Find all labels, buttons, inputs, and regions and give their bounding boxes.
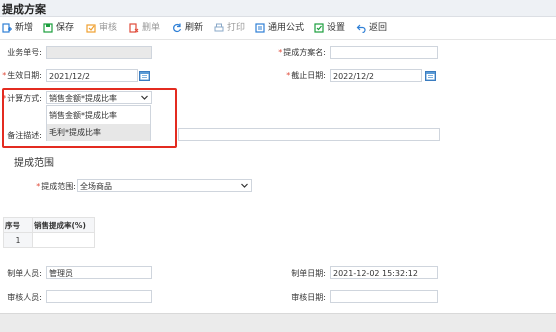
doc-no-field[interactable]	[46, 46, 152, 59]
new-label: 新增	[15, 23, 34, 33]
scope-section-title: 提成范围	[14, 158, 54, 169]
formula-icon	[255, 23, 265, 33]
created-date-label: 制单日期:	[291, 269, 326, 278]
deadline-label: *截止日期:	[286, 71, 326, 80]
save-label: 保存	[56, 23, 75, 33]
deadline-label-text: 截止日期:	[291, 71, 326, 80]
save-icon	[43, 23, 53, 33]
settings-button[interactable]: 设置	[314, 21, 345, 35]
scope-label-text: 提成范围:	[41, 182, 76, 191]
scope-value: 全场商品	[80, 182, 112, 191]
calendar-icon[interactable]	[425, 70, 436, 81]
scope-label: *提成范围:	[36, 182, 76, 191]
back-button[interactable]: 返回	[356, 21, 387, 35]
print-icon	[214, 23, 224, 32]
grid-header-rate: 销售提成率(%)	[32, 217, 95, 233]
settings-icon	[314, 23, 324, 33]
commission-grid: 序号 销售提成率(%) 1	[3, 217, 95, 248]
creator-field: 管理员	[46, 266, 152, 279]
back-label: 返回	[369, 23, 388, 33]
table-row: 1	[3, 232, 95, 248]
scheme-name-label-text: 提成方案名:	[283, 48, 326, 57]
grid-cell-rate[interactable]	[32, 232, 95, 248]
chevron-down-icon	[241, 183, 248, 188]
audit-icon	[86, 24, 96, 33]
remark-field[interactable]	[178, 128, 440, 141]
remark-label: 备注描述:	[7, 131, 42, 140]
audit-date-field	[330, 290, 438, 303]
audit-button[interactable]: 审核	[86, 21, 117, 35]
grid-cell-index: 1	[3, 232, 33, 248]
created-date-field: 2021-12-02 15:32:12	[330, 266, 438, 279]
save-button[interactable]: 保存	[43, 21, 74, 35]
delete-doc-icon	[129, 23, 139, 33]
new-button[interactable]: 新增	[2, 21, 33, 35]
scheme-name-label: *提成方案名:	[278, 48, 326, 57]
print-button[interactable]: 打印	[214, 21, 245, 35]
auditor-field	[46, 290, 152, 303]
delete-button[interactable]: 删单	[129, 21, 160, 35]
scope-select[interactable]: 全场商品	[77, 179, 252, 192]
calendar-icon[interactable]	[139, 70, 150, 81]
effective-date-label-text: 生效日期:	[7, 71, 42, 80]
settings-label: 设置	[327, 23, 346, 33]
refresh-icon	[173, 23, 182, 33]
formula-label: 通用公式	[268, 23, 305, 33]
bottom-bar	[0, 313, 556, 332]
grid-header-row: 序号 销售提成率(%)	[3, 217, 95, 233]
audit-date-label: 审核日期:	[291, 293, 326, 302]
delete-label: 删单	[142, 23, 161, 33]
creator-label: 制单人员:	[7, 269, 42, 278]
window-titlebar: 提成方案	[0, 0, 556, 17]
refresh-label: 刷新	[185, 23, 204, 33]
refresh-button[interactable]: 刷新	[172, 21, 203, 35]
toolbar: 新增 保存 审核 删单 刷新 打印 通用公式 设置 返回	[0, 17, 556, 40]
window-title: 提成方案	[2, 3, 46, 16]
deadline-field[interactable]: 2022/12/2	[330, 69, 422, 82]
formula-button[interactable]: 通用公式	[255, 21, 304, 35]
print-label: 打印	[227, 23, 246, 33]
new-doc-icon	[2, 23, 12, 33]
audit-label: 审核	[99, 23, 118, 33]
back-arrow-icon	[356, 24, 366, 33]
auditor-label: 审核人员:	[7, 293, 42, 302]
scheme-name-field[interactable]	[330, 46, 438, 59]
effective-date-label: *生效日期:	[2, 71, 42, 80]
doc-no-label: 业务单号:	[7, 48, 42, 57]
grid-header-index: 序号	[3, 217, 33, 233]
effective-date-field[interactable]: 2021/12/2	[46, 69, 138, 82]
